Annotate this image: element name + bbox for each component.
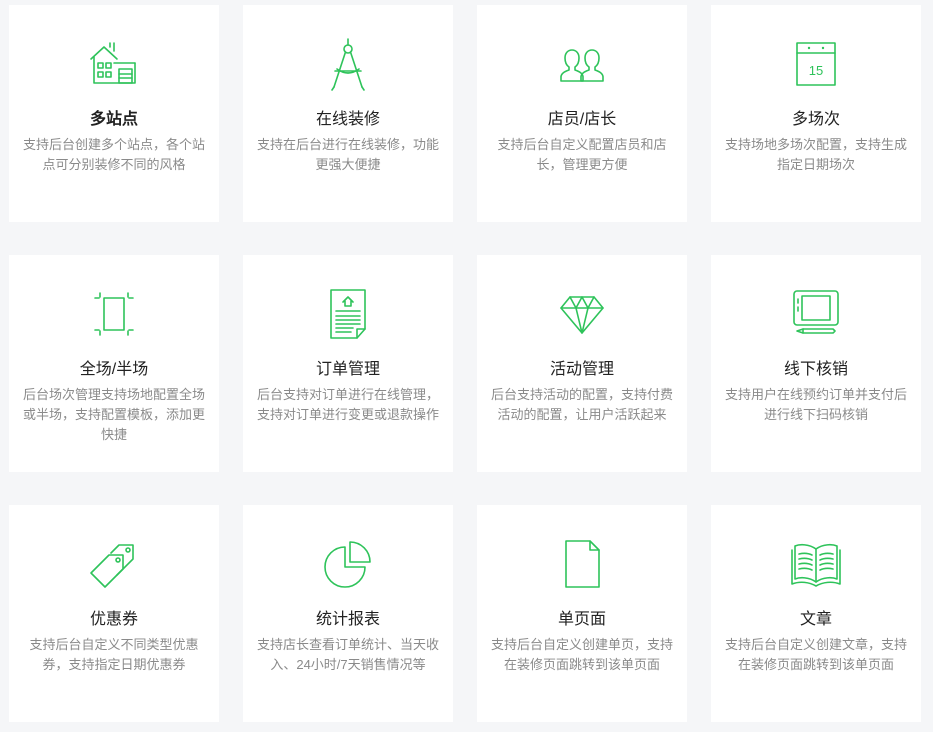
feature-card-single-page[interactable]: 单页面 支持后台自定义创建单页，支持在装修页面跳转到该单页面 [477,505,687,722]
feature-title: 多站点 [89,111,138,128]
feature-title: 店员/店长 [547,111,617,128]
feature-card-coupon[interactable]: 优惠券 支持后台自定义不同类型优惠券，支持指定日期优惠券 [9,505,219,722]
feature-card-order-management[interactable]: 订单管理 后台支持对订单进行在线管理，支持对订单进行变更或退款操作 [243,255,453,472]
feature-title: 统计报表 [315,611,380,628]
calendar-day: 15 [809,63,823,78]
feature-description: 支持后台自定义配置店员和店长，管理更方便 [497,137,667,172]
compass-icon [321,37,375,91]
feature-description: 支持店长查看订单统计、当天收入、24小时/7天销售情况等 [256,637,439,672]
feature-title: 优惠券 [89,611,138,628]
feature-description: 后台支持活动的配置，支持付费活动的配置，让用户活跃起来 [490,387,673,422]
feature-description: 支持后台自定义创建单页，支持在装修页面跳转到该单页面 [490,637,673,672]
feature-grid: 多站点 支持后台创建多个站点，各个站点可分别装修不同的风格 在线装修 支持在后台… [0,0,933,732]
feature-title: 文章 [799,611,832,628]
feature-title: 活动管理 [549,361,614,378]
feature-card-article[interactable]: 文章 支持后台自定义创建文章，支持在装修页面跳转到该单页面 [711,505,921,722]
feature-description: 支持后台自定义创建文章，支持在装修页面跳转到该单页面 [724,637,907,672]
book-icon [789,537,843,591]
feature-description: 支持后台自定义不同类型优惠券，支持指定日期优惠券 [29,637,199,672]
feature-description: 支持用户在线预约订单并支付后进行线下扫码核销 [724,387,907,422]
house-icon [87,37,141,91]
feature-card-offline-verification[interactable]: 线下核销 支持用户在线预约订单并支付后进行线下扫码核销 [711,255,921,472]
users-icon [555,37,609,91]
pie-chart-icon [321,537,375,591]
tablet-icon [789,287,843,341]
feature-card-multi-session[interactable]: 15 多场次 支持场地多场次配置，支持生成指定日期场次 [711,5,921,222]
feature-card-activity-management[interactable]: 活动管理 后台支持活动的配置，支持付费活动的配置，让用户活跃起来 [477,255,687,472]
feature-card-staff-manager[interactable]: 店员/店长 支持后台自定义配置店员和店长，管理更方便 [477,5,687,222]
feature-title: 全场/半场 [79,361,149,378]
tag-icon [87,537,141,591]
court-icon [87,287,141,341]
feature-card-full-half-court[interactable]: 全场/半场 后台场次管理支持场地配置全场或半场，支持配置模板，添加更快捷 [9,255,219,472]
feature-description: 后台支持对订单进行在线管理，支持对订单进行变更或退款操作 [256,387,439,422]
feature-card-online-decoration[interactable]: 在线装修 支持在后台进行在线装修，功能更强大便捷 [243,5,453,222]
feature-title: 多场次 [791,111,840,128]
feature-description: 支持在后台进行在线装修，功能更强大便捷 [256,137,439,172]
document-icon [321,287,375,341]
feature-description: 支持后台创建多个站点，各个站点可分别装修不同的风格 [22,137,205,172]
feature-description: 后台场次管理支持场地配置全场或半场，支持配置模板，添加更快捷 [22,387,205,442]
feature-title: 订单管理 [315,361,380,378]
diamond-icon [555,287,609,341]
feature-card-statistics[interactable]: 统计报表 支持店长查看订单统计、当天收入、24小时/7天销售情况等 [243,505,453,722]
feature-title: 线下核销 [783,361,848,378]
calendar-icon: 15 [789,37,843,91]
feature-description: 支持场地多场次配置，支持生成指定日期场次 [724,137,907,172]
feature-title: 在线装修 [315,111,380,128]
feature-card-multi-site[interactable]: 多站点 支持后台创建多个站点，各个站点可分别装修不同的风格 [9,5,219,222]
page-icon [555,537,609,591]
feature-title: 单页面 [557,611,606,628]
